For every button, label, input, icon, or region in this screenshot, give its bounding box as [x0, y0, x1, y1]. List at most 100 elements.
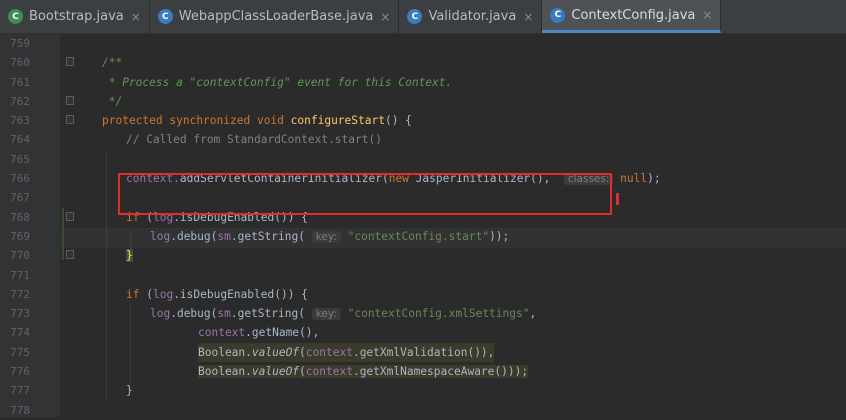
matched-brace: }	[126, 249, 133, 263]
line-number: 765	[10, 152, 30, 166]
field: context	[198, 326, 246, 340]
line-number: 771	[10, 268, 30, 282]
line-number: 775	[10, 345, 30, 359]
code-text: log.debug(sm.getString( key: "contextCon…	[150, 227, 509, 247]
code-token: (	[299, 365, 306, 379]
line-number: 760	[10, 56, 30, 70]
fold-icon[interactable]	[66, 115, 74, 125]
code-token: () {	[384, 114, 412, 128]
keyword: if	[126, 287, 140, 301]
code-line: 762 */	[0, 92, 846, 111]
field: context	[305, 345, 353, 359]
fold-icon[interactable]	[66, 57, 74, 67]
code-token: .getXmlNamespaceAware()));	[352, 365, 529, 379]
line-number: 769	[10, 229, 30, 243]
string-literal: "contextConfig.start"	[347, 229, 490, 243]
code-line: 773 log.debug(sm.getString( key: "context…	[0, 304, 846, 323]
code-text: context.getName(),	[198, 323, 319, 342]
code-text: */	[102, 94, 123, 108]
field: log	[150, 307, 171, 321]
fold-icon[interactable]	[66, 211, 74, 221]
code-line: 769 log.debug(sm.getString( key: "context…	[0, 227, 846, 246]
tab-label: Validator.java	[428, 9, 517, 24]
code-text: /**	[102, 56, 123, 70]
code-text: protected synchronized void configureSta…	[102, 111, 412, 130]
code-text: // Called from StandardContext.start()	[126, 133, 382, 147]
code-text: log.debug(sm.getString( key: "contextCon…	[150, 304, 536, 324]
line-number: 768	[10, 210, 30, 224]
line-number: 778	[10, 403, 30, 417]
code-line: 777}	[0, 381, 846, 400]
close-icon[interactable]: ×	[702, 8, 712, 22]
close-icon[interactable]: ×	[523, 10, 533, 24]
code-text: }	[126, 384, 133, 398]
line-number: 774	[10, 326, 30, 340]
code-line: 771	[0, 266, 846, 285]
line-number: 763	[10, 114, 30, 128]
java-class-icon: C	[407, 9, 423, 24]
code-token: (	[299, 345, 306, 359]
close-icon[interactable]: ×	[131, 10, 141, 24]
code-text: Boolean.valueOf(context.getXmlValidation…	[198, 342, 495, 363]
field: sm	[217, 229, 231, 243]
line-number: 772	[10, 287, 30, 301]
string-literal: "contextConfig.xmlSettings"	[347, 307, 530, 321]
java-class-icon: C	[8, 9, 23, 24]
tab-label: WebappClassLoaderBase.java	[178, 9, 374, 24]
line-number: 776	[10, 365, 30, 379]
keyword: protected	[102, 114, 163, 128]
method-name: configureStart	[290, 114, 385, 128]
code-line: 776 Boolean.valueOf(context.getXmlNamespa…	[0, 362, 846, 381]
code-token: .getName(),	[245, 326, 320, 340]
code-token: );	[647, 172, 661, 186]
line-number: 767	[10, 191, 30, 205]
close-icon[interactable]: ×	[380, 10, 390, 24]
keyword: synchronized	[169, 114, 251, 128]
code-line: 760 /**	[0, 53, 846, 72]
code-token: Boolean.	[198, 365, 252, 379]
code-token: ,	[529, 307, 537, 321]
field: log	[152, 287, 174, 301]
line-number: 770	[10, 249, 30, 263]
code-line: 763 protected synchronized void configure…	[0, 111, 846, 130]
tab-label: Bootstrap.java	[29, 9, 124, 24]
line-number: 762	[10, 94, 30, 108]
java-class-icon: C	[550, 7, 566, 23]
tab-bootstrap[interactable]: C Bootstrap.java ×	[0, 0, 150, 33]
code-line: 761 * Process a "contextConfig" event fo…	[0, 73, 846, 92]
code-token: Boolean.	[198, 345, 252, 359]
line-number: 759	[10, 37, 30, 50]
code-line: 764 // Called from StandardContext.start(…	[0, 130, 846, 149]
static-method: valueOf	[251, 345, 300, 359]
code-line: 775 Boolean.valueOf(context.getXmlValidat…	[0, 342, 846, 363]
field: sm	[217, 307, 231, 321]
tab-webapp-class-loader-base[interactable]: C WebappClassLoaderBase.java ×	[150, 0, 400, 33]
code-token: .getString(	[230, 229, 305, 243]
java-class-icon: C	[157, 9, 173, 24]
code-token: .getString(	[230, 307, 305, 321]
code-line: 772 if (log.isDebugEnabled()) {	[0, 285, 846, 304]
line-number: 764	[10, 133, 30, 147]
parameter-hint: key:	[311, 230, 341, 243]
fold-icon[interactable]	[66, 250, 74, 260]
code-token: .debug(	[170, 229, 218, 243]
code-token: .debug(	[170, 307, 218, 321]
tab-label: ContextConfig.java	[571, 7, 696, 23]
editor-tab-bar: C Bootstrap.java × C WebappClassLoaderBa…	[0, 0, 846, 34]
code-text: Boolean.valueOf(context.getXmlNamespaceA…	[198, 362, 529, 381]
code-token: .getXmlValidation()),	[352, 345, 495, 359]
code-text: if (log.isDebugEnabled()) {	[126, 285, 308, 304]
code-token: ));	[489, 229, 510, 243]
code-line: 765	[0, 150, 846, 169]
line-number: 766	[10, 172, 30, 186]
tab-validator[interactable]: C Validator.java ×	[399, 0, 543, 33]
field: log	[150, 229, 171, 243]
code-token: (	[139, 287, 153, 301]
keyword: void	[256, 114, 284, 128]
code-line: 774 context.getName(),	[0, 323, 846, 342]
tab-context-config[interactable]: C ContextConfig.java ×	[542, 0, 722, 33]
code-text: * Process a "contextConfig" event for th…	[102, 75, 453, 89]
field: context	[305, 365, 353, 379]
fold-icon[interactable]	[66, 95, 74, 105]
code-editor[interactable]: 759 760 /** 761 * Process a "contextConfi…	[0, 34, 846, 420]
